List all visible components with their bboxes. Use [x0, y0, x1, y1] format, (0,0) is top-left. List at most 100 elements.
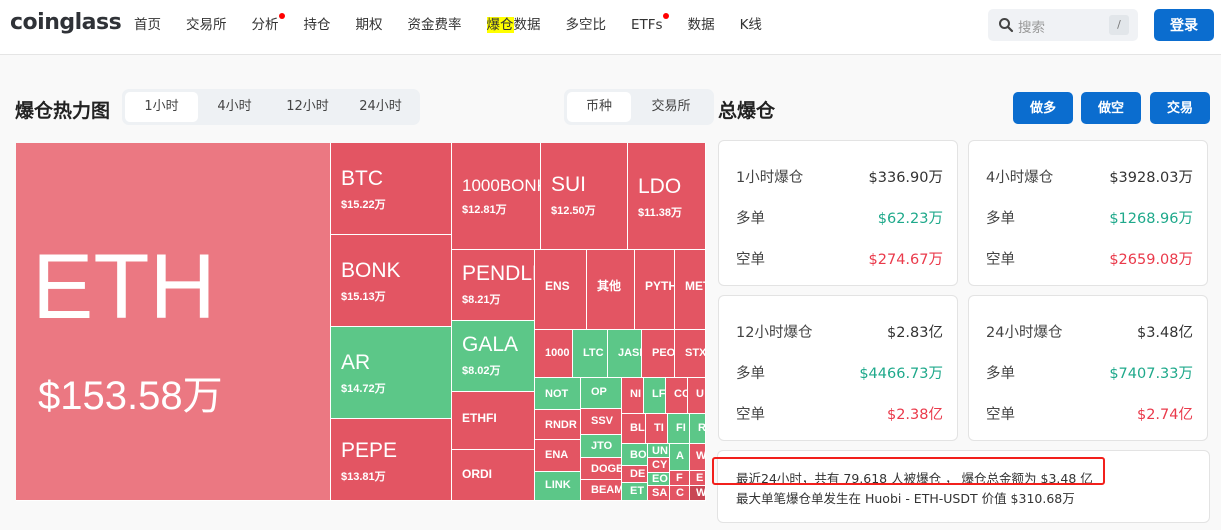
treemap-cell-其他[interactable]: 其他 [587, 250, 635, 330]
search-input[interactable]: 搜索 / [988, 9, 1138, 41]
stats-title: 1小时爆仓 [736, 170, 804, 186]
tab-1h[interactable]: 1小时 [125, 92, 198, 122]
treemap-cell-un[interactable]: UN [648, 444, 670, 458]
treemap-cell-cy[interactable]: CY [648, 458, 670, 473]
treemap-cell-stx[interactable]: STX [675, 330, 706, 378]
treemap-cell-sui[interactable]: SUI $12.50万 [541, 143, 628, 250]
treemap-cell-e[interactable]: E [690, 471, 706, 486]
treemap-cell-ltc[interactable]: LTC [573, 330, 608, 378]
treemap-cell-pendle[interactable]: PENDLE $8.21万 [452, 250, 535, 321]
treemap-cell-pepe[interactable]: PEPE $13.81万 [331, 419, 452, 501]
tab-exchange[interactable]: 交易所 [631, 92, 711, 122]
cell-value: $8.02万 [462, 365, 501, 378]
treemap-cell-not[interactable]: NOT [535, 378, 581, 410]
treemap-cell-et[interactable]: ET [622, 483, 648, 501]
treemap-cell-bl[interactable]: BL [622, 414, 646, 444]
long-amount: $7407.33万 [1109, 366, 1193, 382]
cell-symbol: OP [591, 386, 607, 398]
treemap-cell-u[interactable]: U [688, 378, 706, 414]
stats-total: $336.90万 [868, 170, 943, 186]
nav-etfs[interactable]: ETFs [631, 13, 669, 34]
cell-symbol: LF [652, 388, 666, 400]
treemap-cell-gala[interactable]: GALA $8.02万 [452, 321, 535, 392]
nav-liquidation-data[interactable]: 爆仓数据 [486, 16, 541, 34]
treemap-cell-ordi[interactable]: ORDI [452, 450, 535, 501]
nav-data[interactable]: 数据 [688, 16, 715, 34]
cell-symbol: TI [654, 422, 664, 434]
nav-open-interest[interactable]: 持仓 [304, 16, 331, 34]
treemap-cell-w[interactable]: W [690, 444, 706, 471]
go-short-button[interactable]: 做空 [1081, 92, 1141, 124]
treemap-cell-fi[interactable]: FI [668, 414, 690, 444]
long-label: 多单 [986, 211, 1015, 227]
trade-button[interactable]: 交易 [1150, 92, 1210, 124]
nav-home[interactable]: 首页 [134, 16, 161, 34]
nav-options[interactable]: 期权 [356, 16, 383, 34]
heatmap-title: 爆仓热力图 [15, 100, 111, 122]
tab-24h[interactable]: 24小时 [344, 92, 417, 122]
cell-symbol: CY [652, 459, 668, 471]
treemap-cell-c[interactable]: C [670, 486, 690, 501]
nav-exchanges[interactable]: 交易所 [186, 16, 227, 34]
cell-symbol: ETHFI [462, 411, 497, 425]
treemap-cell-peo[interactable]: PEO [642, 330, 675, 378]
treemap-cell-ri[interactable]: RI [690, 414, 706, 444]
cell-symbol: 1000BONK [462, 176, 541, 195]
treemap-cell-bonk[interactable]: BONK $15.13万 [331, 235, 452, 327]
treemap-cell-beam[interactable]: BEAM [581, 480, 622, 501]
treemap-cell-op[interactable]: OP [581, 378, 622, 409]
treemap-cell-ar[interactable]: AR $14.72万 [331, 327, 452, 419]
treemap-cell-1000[interactable]: 1000 [535, 330, 573, 378]
treemap-cell-eo[interactable]: EO [648, 473, 670, 486]
cell-symbol: CO [674, 388, 687, 400]
treemap-cell-bo[interactable]: BO [622, 444, 648, 466]
treemap-cell-jto[interactable]: JTO [581, 435, 622, 458]
treemap-cell-pyth[interactable]: PYTH [635, 250, 675, 330]
treemap-cell-ens[interactable]: ENS [535, 250, 587, 330]
treemap-cell-ldo[interactable]: LDO $11.38万 [628, 143, 706, 250]
treemap-cell-f[interactable]: F [670, 471, 690, 486]
login-button[interactable]: 登录 [1154, 9, 1214, 41]
go-long-button[interactable]: 做多 [1013, 92, 1073, 124]
stats-total: $3.48亿 [1136, 325, 1193, 341]
treemap-cell-de[interactable]: DE [622, 466, 648, 483]
treemap-cell-w[interactable]: W [690, 486, 706, 501]
nav-analysis[interactable]: 分析 [252, 13, 285, 34]
treemap-cell-rndr[interactable]: RNDR [535, 410, 581, 440]
cell-symbol: JASI [618, 347, 642, 359]
long-amount: $1268.96万 [1109, 211, 1193, 227]
treemap-cell-1000bonk[interactable]: 1000BONK $12.81万 [452, 143, 541, 250]
treemap-cell-sa[interactable]: SA [648, 486, 670, 501]
logo[interactable]: coinglass [10, 10, 122, 35]
treemap-cell-doge[interactable]: DOGE [581, 458, 622, 480]
treemap-cell-btc[interactable]: BTC $15.22万 [331, 143, 452, 235]
tab-12h[interactable]: 12小时 [271, 92, 344, 122]
nav-kline[interactable]: K线 [740, 16, 762, 34]
cell-symbol: BO [630, 449, 647, 461]
nav-funding-rate[interactable]: 资金费率 [408, 16, 462, 34]
treemap-cell-jasi[interactable]: JASI [608, 330, 642, 378]
cell-symbol: 其他 [597, 279, 622, 293]
treemap-cell-ssv[interactable]: SSV [581, 409, 622, 435]
short-label: 空单 [986, 252, 1015, 268]
treemap-cell-ena[interactable]: ENA [535, 440, 581, 472]
cell-symbol: MET [685, 279, 705, 293]
treemap-cell-co[interactable]: CO [666, 378, 688, 414]
treemap-cell-eth[interactable]: ETH $153.58万 [16, 143, 331, 501]
short-amount: $2659.08万 [1109, 252, 1193, 268]
nav-long-short-ratio[interactable]: 多空比 [566, 16, 607, 34]
treemap-cell-ethfi[interactable]: ETHFI [452, 392, 535, 450]
treemap-cell-a[interactable]: A [670, 444, 690, 471]
treemap-cell-ni[interactable]: NI [622, 378, 644, 414]
treemap-cell-ti[interactable]: TI [646, 414, 668, 444]
treemap-cell-link[interactable]: LINK [535, 472, 581, 501]
tab-4h[interactable]: 4小时 [198, 92, 271, 122]
tab-coin[interactable]: 币种 [567, 92, 631, 122]
treemap-cell-met[interactable]: MET [675, 250, 706, 330]
cell-symbol: AR [341, 351, 371, 374]
cell-symbol: ENS [545, 279, 570, 293]
treemap-cell-lf[interactable]: LF [644, 378, 666, 414]
cell-symbol: PENDLE [462, 262, 534, 285]
notification-dot [662, 13, 669, 19]
cell-symbol: W [696, 450, 706, 462]
